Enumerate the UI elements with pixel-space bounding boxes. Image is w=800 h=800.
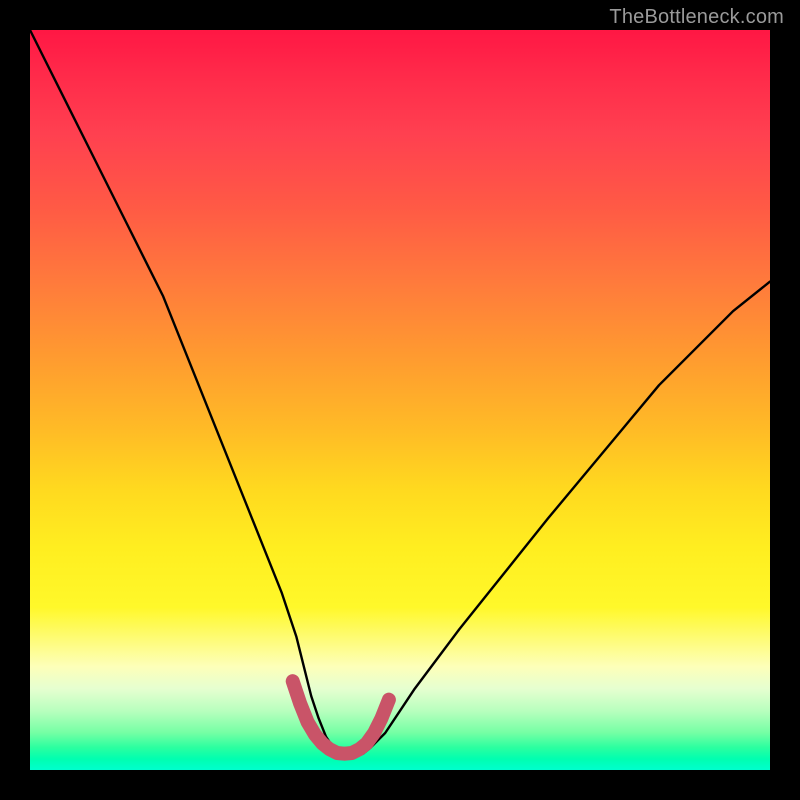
plot-area bbox=[30, 30, 770, 770]
bottleneck-curve bbox=[30, 30, 770, 755]
watermark-text: TheBottleneck.com bbox=[609, 6, 784, 29]
chart-svg bbox=[30, 30, 770, 770]
sweet-spot-band bbox=[293, 681, 389, 754]
chart-frame: TheBottleneck.com bbox=[0, 0, 800, 800]
